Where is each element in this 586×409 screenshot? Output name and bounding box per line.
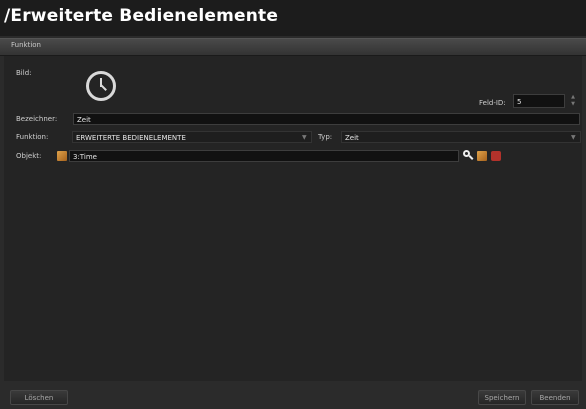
window-title: /Erweiterte Bedienelemente [4,6,279,26]
close-button[interactable]: Beenden [531,390,579,405]
funktion-select[interactable]: ERWEITERTE BEDIENELEMENTE [72,131,312,143]
magnifier-handle [468,155,474,160]
clock-hour-hand [100,84,107,91]
clock-icon[interactable] [86,71,116,101]
package-icon[interactable] [477,151,487,161]
section-label: Funktion [11,41,41,49]
typ-select[interactable]: Zeit [341,131,581,143]
save-button[interactable]: Speichern [478,390,526,405]
chevron-down-icon[interactable]: ▼ [302,134,307,141]
objekt-label: Objekt: [16,152,42,160]
funktion-label: Funktion: [16,133,49,141]
chevron-down-icon[interactable]: ▼ [571,134,576,141]
feld-id-stepper[interactable]: ▲ ▼ [568,94,578,108]
typ-label: Typ: [318,133,333,141]
stepper-down-icon[interactable]: ▼ [568,101,578,108]
bezeichner-input[interactable]: Zeit [73,113,580,125]
section-header: Funktion [0,38,586,56]
remove-icon[interactable] [491,151,501,161]
stepper-up-icon[interactable]: ▲ [568,94,578,101]
bezeichner-label: Bezeichner: [16,115,58,123]
bild-label: Bild: [16,69,32,77]
search-icon[interactable] [463,150,474,160]
delete-button[interactable]: Löschen [10,390,68,405]
feld-id-input[interactable]: 5 [513,94,565,108]
objekt-input[interactable]: 3:Time [69,150,459,162]
title-bar: /Erweiterte Bedienelemente [0,0,586,36]
package-icon [57,151,67,161]
feld-id-label: Feld-ID: [479,99,506,107]
